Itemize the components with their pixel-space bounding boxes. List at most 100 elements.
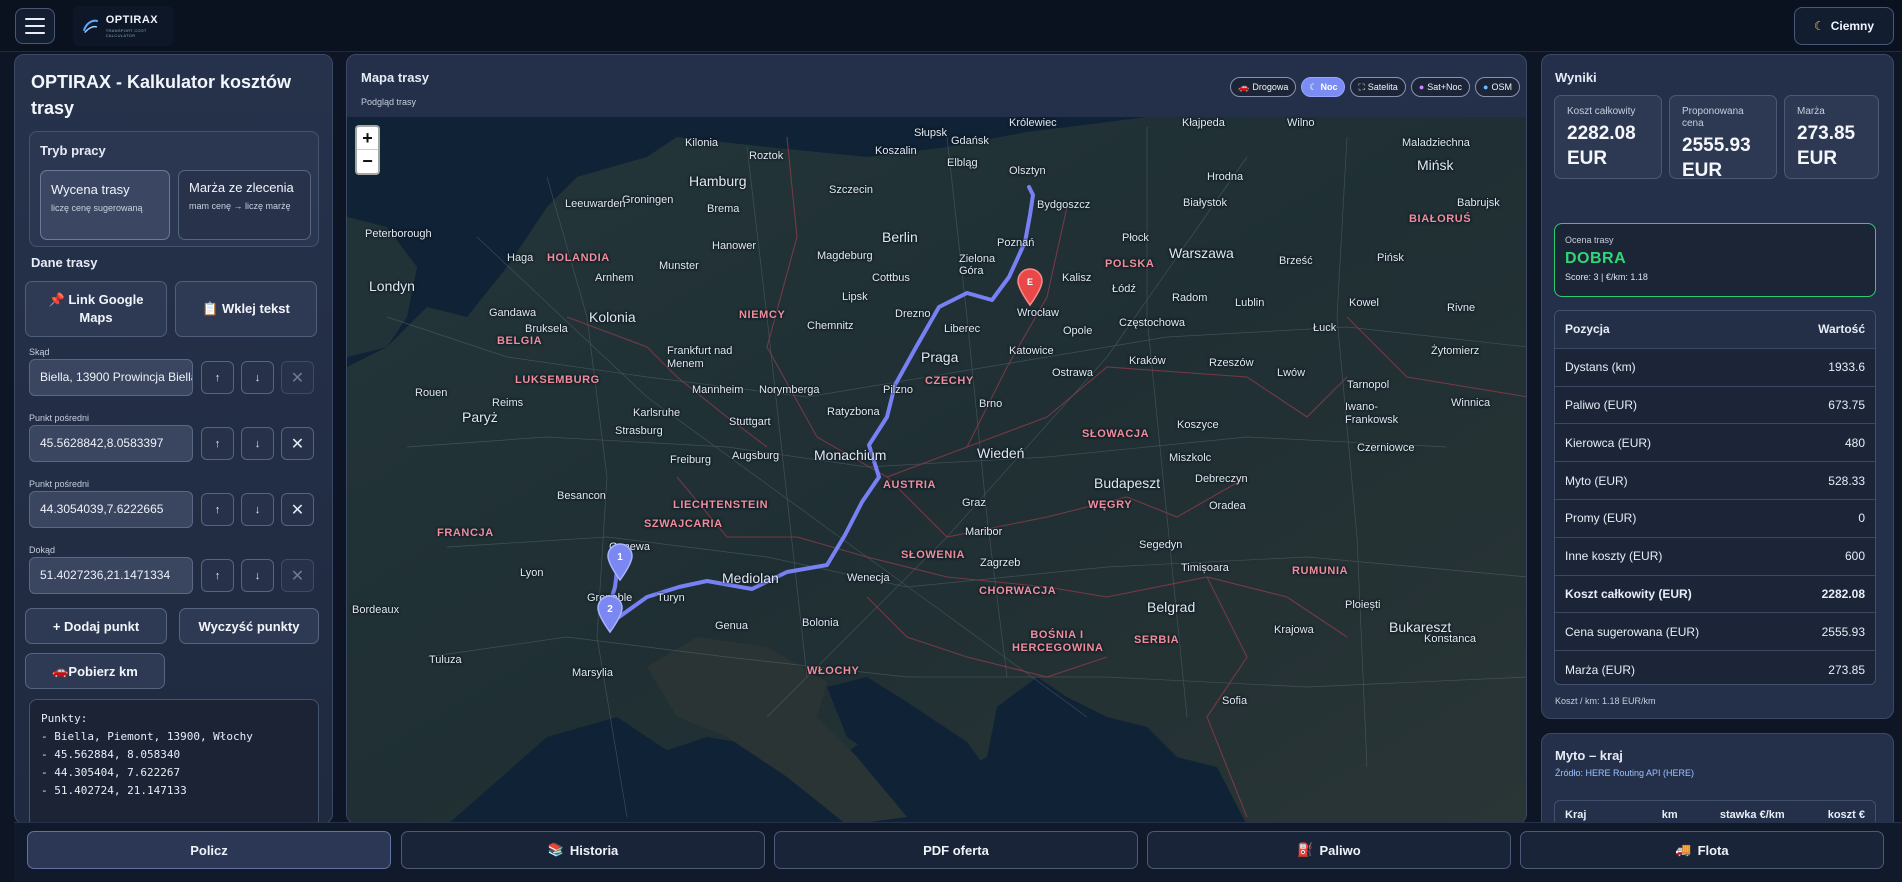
- move-down-button[interactable]: ↓: [241, 361, 274, 394]
- map-label: Frankfurt nad Menem: [667, 345, 733, 370]
- zoom-control: + −: [355, 125, 380, 175]
- mode-route-pricing-button[interactable]: Wycena trasy liczę cenę sugerowaną: [40, 170, 170, 240]
- nav-label: Historia: [569, 842, 619, 858]
- map-label: Segedyn: [1139, 539, 1183, 551]
- clear-points-button[interactable]: Wyczyść punkty: [179, 608, 319, 644]
- map-label: Elbląg: [947, 157, 978, 169]
- layer-label: OSM: [1491, 82, 1512, 92]
- arrow-down-icon: ↓: [254, 569, 261, 582]
- map-canvas[interactable]: + − Królewiec Kłajpeda Wilno Maladziechn…: [347, 117, 1526, 823]
- map-label: Groningen: [622, 194, 674, 206]
- map-label: Ostrawa: [1052, 367, 1093, 379]
- results-panel: Wyniki Koszt całkowity 2282.08 EUR Propo…: [1541, 54, 1894, 719]
- map-label: BIAŁORUŚ: [1409, 213, 1472, 225]
- map-label: BOŚNIA I HERCEGOWINA: [1012, 629, 1104, 654]
- waypoint-input[interactable]: 44.3054039,7.6222665: [29, 491, 193, 528]
- moon-icon: ☾: [1309, 81, 1318, 92]
- layer-osm-button[interactable]: ● OSM: [1475, 77, 1520, 97]
- table-row: Promy (EUR) 0: [1555, 500, 1875, 538]
- map-title: Mapa trasy: [361, 70, 429, 85]
- from-input[interactable]: Biella, 13900 Prowincja Biella, Włochy: [29, 359, 193, 396]
- pdf-offer-button[interactable]: PDF oferta: [774, 831, 1138, 869]
- table-row: Dystans (km) 1933.6: [1555, 349, 1875, 387]
- paste-text-button[interactable]: 📋 Wklej tekst: [175, 281, 317, 337]
- map-label: Łódź: [1112, 283, 1136, 295]
- map-label: Poznań: [997, 237, 1035, 249]
- map-label: Freiburg: [670, 454, 711, 466]
- map-label: Leeuwarden: [565, 198, 626, 210]
- map-label: Kolonia: [589, 309, 636, 325]
- fetch-km-button[interactable]: 🚗 Pobierz km: [25, 653, 165, 689]
- layer-satellite-button[interactable]: ⛶ Satelita: [1350, 77, 1406, 97]
- map-label: Kilonia: [685, 137, 719, 149]
- remove-point-button[interactable]: ✕: [281, 361, 314, 394]
- table-header: Pozycja Wartość: [1555, 311, 1875, 349]
- menu-button[interactable]: [15, 8, 55, 44]
- move-up-button[interactable]: ↑: [201, 493, 234, 526]
- waypoint-label: Punkt pośredni: [29, 479, 90, 489]
- move-up-button[interactable]: ↑: [201, 559, 234, 592]
- move-down-button[interactable]: ↓: [241, 559, 274, 592]
- remove-point-button[interactable]: ✕: [281, 493, 314, 526]
- map-label: Wenecja: [847, 572, 890, 584]
- map-base-svg: [347, 117, 1526, 823]
- map-label: Maladziechna: [1402, 137, 1470, 149]
- marker-label: 1: [617, 552, 623, 563]
- zoom-in-button[interactable]: +: [357, 127, 378, 150]
- add-point-button[interactable]: + Dodaj punkt: [25, 608, 167, 644]
- layer-sat-night-button[interactable]: ● Sat+Noc: [1410, 77, 1471, 97]
- globe-icon: ●: [1418, 82, 1425, 92]
- toll-source: Źródło: HERE Routing API (HERE): [1555, 768, 1695, 778]
- column-header: Kraj: [1565, 809, 1587, 821]
- to-input[interactable]: 51.4027236,21.1471334: [29, 557, 193, 594]
- layer-night-button[interactable]: ☾ Noc: [1301, 77, 1346, 97]
- waypoint-input[interactable]: 45.5628842,8.0583397: [29, 425, 193, 462]
- map-label: Królewiec: [1009, 117, 1057, 129]
- map-label: AUSTRIA: [883, 479, 937, 491]
- nav-label: Paliwo: [1319, 842, 1361, 858]
- remove-point-button[interactable]: ✕: [281, 559, 314, 592]
- zoom-out-button[interactable]: −: [357, 150, 378, 173]
- map-marker[interactable]: 1: [605, 542, 635, 582]
- map-label: Graz: [962, 497, 986, 509]
- route-data-title: Dane trasy: [31, 255, 98, 270]
- calculate-button[interactable]: Policz: [27, 831, 391, 869]
- layer-road-button[interactable]: 🚗 Drogowa: [1230, 77, 1297, 97]
- map-label: Bolonia: [802, 617, 839, 629]
- arrow-up-icon: ↑: [214, 437, 221, 450]
- fleet-button[interactable]: 🚚 Flota: [1520, 831, 1884, 869]
- move-down-button[interactable]: ↓: [241, 493, 274, 526]
- mode-order-margin-button[interactable]: Marża ze zlecenia mam cenę → liczę marżę: [178, 170, 311, 240]
- map-label: Brno: [979, 398, 1003, 410]
- map-marker[interactable]: 2: [595, 594, 625, 634]
- map-label: SŁOWENIA: [901, 549, 966, 561]
- remove-point-button[interactable]: ✕: [281, 427, 314, 460]
- app-logo[interactable]: OPTIRAX TRANSPORT COST CALCULATOR: [73, 6, 173, 46]
- pin-icon: 📌: [48, 292, 65, 307]
- map-label: Debreczyn: [1195, 473, 1248, 485]
- paste-text-label: Wklej tekst: [221, 301, 290, 316]
- nav-label: Flota: [1697, 842, 1729, 858]
- move-down-button[interactable]: ↓: [241, 427, 274, 460]
- row-key: Marża (EUR): [1565, 663, 1636, 678]
- close-icon: ✕: [290, 567, 305, 585]
- kpi-value: 2282.08 EUR: [1567, 123, 1636, 169]
- map-label: POLSKA: [1105, 258, 1155, 270]
- move-up-button[interactable]: ↑: [201, 427, 234, 460]
- map-label: Gandawa: [489, 307, 537, 319]
- column-header: Pozycja: [1565, 322, 1610, 337]
- theme-toggle-button[interactable]: ☾ Ciemny: [1794, 7, 1894, 45]
- map-marker-end[interactable]: E: [1015, 267, 1045, 307]
- map-label: Koszalin: [875, 145, 917, 157]
- google-maps-link-button[interactable]: 📌 Link Google Maps: [25, 281, 167, 337]
- move-up-button[interactable]: ↑: [201, 361, 234, 394]
- history-button[interactable]: 📚 Historia: [401, 831, 765, 869]
- satellite-icon: ⛶: [1358, 81, 1365, 92]
- fuel-button[interactable]: ⛽ Paliwo: [1147, 831, 1511, 869]
- map-label: Sofia: [1222, 695, 1248, 707]
- map-label: Rzeszów: [1209, 357, 1254, 369]
- map-label: Brześć: [1279, 255, 1313, 267]
- map-label: Płock: [1122, 232, 1149, 244]
- map-label: Radom: [1172, 292, 1208, 304]
- map-label: Pińsk: [1377, 252, 1404, 264]
